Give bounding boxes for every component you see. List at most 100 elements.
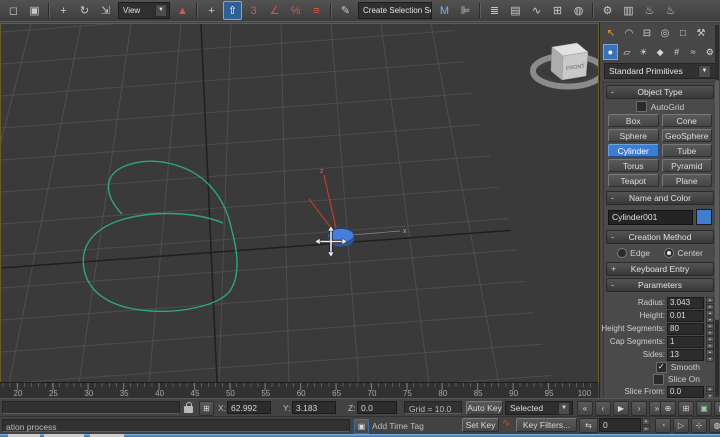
center-radio[interactable]: Center xyxy=(664,248,703,258)
object-type-button-cone[interactable]: Cone xyxy=(662,114,713,127)
creation-method-rollout-header[interactable]: - Creation Method xyxy=(606,230,714,244)
angle-snap-icon[interactable]: ∠ xyxy=(265,1,284,20)
select-and-manipulate-icon[interactable]: + xyxy=(202,1,221,20)
graphite-ribbon-icon[interactable]: ▤ xyxy=(506,1,525,20)
rectangular-selection-region-icon[interactable]: ◻ xyxy=(4,1,23,20)
object-type-button-box[interactable]: Box xyxy=(608,114,659,127)
viewport-canvas[interactable]: z x xyxy=(1,24,598,382)
parameter-value-field[interactable]: 1 xyxy=(667,336,704,348)
absolute-offset-toggle-icon[interactable]: ⊞ xyxy=(199,401,214,416)
object-type-button-sphere[interactable]: Sphere xyxy=(608,129,659,142)
utilities-tab[interactable]: ⚒ xyxy=(693,25,709,41)
display-tab[interactable]: □ xyxy=(675,25,691,41)
chevron-down-icon[interactable]: ▼ xyxy=(558,402,570,415)
object-type-button-torus[interactable]: Torus xyxy=(608,159,659,172)
reference-coordinate-dropdown[interactable]: View▼ xyxy=(118,2,170,19)
spinner-snap-icon[interactable]: ≡ xyxy=(307,1,326,20)
maxscript-mini-listener[interactable] xyxy=(2,401,180,414)
align-icon[interactable]: ⊫ xyxy=(456,1,475,20)
play-button[interactable]: ▶ xyxy=(613,401,629,416)
object-type-rollout-header[interactable]: - Object Type xyxy=(606,85,714,99)
use-pivot-center-icon[interactable]: ▲ xyxy=(173,1,192,20)
spinner[interactable]: ▴▾ xyxy=(706,386,714,398)
spinner-up-icon[interactable]: ▴ xyxy=(706,297,714,303)
keyboard-entry-rollout-header[interactable]: + Keyboard Entry xyxy=(606,262,714,276)
edit-named-selection-sets-icon[interactable]: ✎ xyxy=(336,1,355,20)
parameter-value-field[interactable]: 13 xyxy=(667,349,704,361)
current-frame-field[interactable]: 0 xyxy=(599,418,641,432)
parameters-rollout-header[interactable]: - Parameters xyxy=(606,278,714,292)
object-type-button-pyramid[interactable]: Pyramid xyxy=(662,159,713,172)
render-iterative-icon[interactable]: ♨ xyxy=(661,1,680,20)
spinner-up-icon[interactable]: ▴ xyxy=(706,310,714,316)
zoom-extents-all-icon[interactable]: ▦ xyxy=(714,401,720,416)
time-tag-icon[interactable]: ▣ xyxy=(354,419,369,434)
perspective-viewport[interactable]: z x xyxy=(0,23,599,383)
zoom-icon[interactable]: ⊕ xyxy=(660,401,676,416)
pan-icon[interactable]: ⊹ xyxy=(691,418,707,433)
radio-icon[interactable] xyxy=(617,248,627,258)
smooth-checkbox[interactable]: ✓ xyxy=(656,362,667,373)
snaps-toggle-icon[interactable]: ⇧ xyxy=(223,1,242,20)
object-type-button-tube[interactable]: Tube xyxy=(662,144,713,157)
key-filters-button[interactable]: Key Filters... xyxy=(516,418,577,432)
modify-tab[interactable]: ◠ xyxy=(621,25,637,41)
object-type-button-cylinder[interactable]: Cylinder xyxy=(608,144,659,157)
render-production-icon[interactable]: ♨ xyxy=(640,1,659,20)
select-and-rotate-icon[interactable]: ↻ xyxy=(75,1,94,20)
motion-tab[interactable]: ◎ xyxy=(657,25,673,41)
create-tab[interactable]: ↖ xyxy=(603,25,619,41)
object-name-field[interactable]: Cylinder001 xyxy=(608,210,693,225)
spinner-up-icon[interactable]: ▴ xyxy=(706,336,714,342)
edge-radio[interactable]: Edge xyxy=(617,248,650,258)
x-coord-field[interactable]: 62.992 xyxy=(227,401,271,414)
spinner-up-icon[interactable]: ▴ xyxy=(706,386,714,392)
y-coord-field[interactable]: 3.183 xyxy=(292,401,336,414)
mirror-icon[interactable]: M xyxy=(435,1,454,20)
time-configuration-icon[interactable]: ◔ xyxy=(655,418,671,433)
collapse-icon[interactable]: - xyxy=(611,232,614,242)
shapes-category[interactable]: ▱ xyxy=(620,44,635,60)
select-and-scale-icon[interactable]: ⇲ xyxy=(96,1,115,20)
parameter-value-field[interactable]: 0.0 xyxy=(667,386,704,398)
chevron-down-icon[interactable]: ▼ xyxy=(155,4,167,17)
frame-spinner[interactable]: ▴▾ xyxy=(642,418,650,432)
snap-3d-icon[interactable]: 3 xyxy=(244,1,263,20)
spinner-down-icon[interactable]: ▾ xyxy=(642,426,650,433)
collapse-icon[interactable]: - xyxy=(611,280,614,290)
collapse-icon[interactable]: - xyxy=(611,87,614,97)
rendered-frame-window-icon[interactable]: ▥ xyxy=(619,1,638,20)
viewcube[interactable]: FRONT xyxy=(533,43,598,87)
next-frame-button[interactable]: › xyxy=(631,401,647,416)
selection-lock-icon[interactable] xyxy=(184,405,193,416)
curve-editor-icon[interactable]: ∿ xyxy=(527,1,546,20)
parameter-value-field[interactable]: 80 xyxy=(667,323,704,335)
auto-key-button[interactable]: Auto Key xyxy=(466,401,503,415)
named-selection-set-dropdown[interactable]: Create Selection Se▼ xyxy=(358,2,432,19)
window-crossing-toggle-icon[interactable]: ▣ xyxy=(25,1,44,20)
object-type-button-teapot[interactable]: Teapot xyxy=(608,174,659,187)
select-and-move-icon[interactable]: + xyxy=(54,1,73,20)
object-type-button-geosphere[interactable]: GeoSphere xyxy=(662,129,713,142)
slice-on-checkbox[interactable] xyxy=(653,374,664,385)
zoom-all-icon[interactable]: ⊞ xyxy=(678,401,694,416)
scrollbar-thumb[interactable] xyxy=(715,80,719,320)
field-of-view-icon[interactable]: ▷ xyxy=(673,418,689,433)
key-mode-toggle-icon[interactable]: ⇆ xyxy=(579,418,598,433)
render-setup-icon[interactable]: ⚙ xyxy=(598,1,617,20)
parameter-value-field[interactable]: 3.043 xyxy=(667,297,704,309)
space-warps-category[interactable]: ≈ xyxy=(686,44,701,60)
spinner-down-icon[interactable]: ▾ xyxy=(706,356,714,362)
lights-category[interactable]: ☀ xyxy=(636,44,651,60)
spinner[interactable]: ▴▾ xyxy=(706,297,714,309)
percent-snap-icon[interactable]: % xyxy=(286,1,305,20)
add-time-tag-label[interactable]: Add Time Tag xyxy=(372,419,424,433)
material-editor-icon[interactable]: ◍ xyxy=(569,1,588,20)
default-in-out-tangents-icon[interactable]: ∿ xyxy=(502,418,510,429)
previous-frame-button[interactable]: ‹ xyxy=(595,401,611,416)
helpers-category[interactable]: # xyxy=(669,44,684,60)
collapse-icon[interactable]: - xyxy=(611,193,614,203)
object-color-swatch[interactable] xyxy=(696,209,712,225)
spinner[interactable]: ▴▾ xyxy=(706,336,714,348)
schematic-view-icon[interactable]: ⊞ xyxy=(548,1,567,20)
